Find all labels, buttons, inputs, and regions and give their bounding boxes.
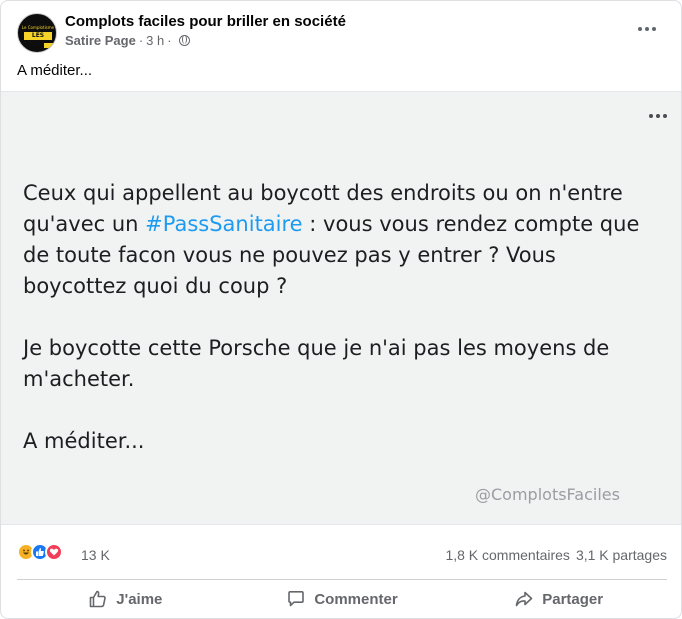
share-button[interactable]: Partager — [450, 581, 667, 617]
separator-dot: · — [167, 33, 172, 48]
more-options-icon[interactable] — [633, 15, 661, 43]
page-name-link[interactable]: Complots faciles pour briller en société — [65, 13, 346, 30]
watermark: @ComplotsFaciles — [475, 485, 620, 504]
reactions-count[interactable]: 13 K — [81, 547, 110, 563]
comment-button[interactable]: Commenter — [234, 581, 451, 617]
feed-post: Le Complotisme LES NULS Complots faciles… — [0, 0, 682, 619]
share-label: Partager — [542, 590, 604, 608]
comment-icon — [288, 591, 305, 607]
page-tag: Satire Page — [65, 33, 136, 48]
separator-dot: · — [138, 33, 144, 48]
avatar-line2: LES NULS — [24, 32, 52, 47]
post-header: Le Complotisme LES NULS Complots faciles… — [17, 11, 667, 59]
love-reaction-icon — [45, 543, 63, 561]
comment-label: Commenter — [314, 590, 398, 608]
shares-count[interactable]: 3,1 K partages — [576, 547, 667, 563]
like-label: J'aime — [116, 590, 163, 608]
share-icon — [515, 591, 533, 607]
like-button[interactable]: J'aime — [17, 581, 234, 617]
globe-icon[interactable] — [178, 35, 190, 46]
post-image[interactable]: Ceux qui appellent au boycott des endroi… — [1, 91, 681, 525]
tweet-paragraph-3: A méditer... — [23, 429, 145, 453]
hashtag-link: #PassSanitaire — [145, 212, 303, 236]
thumbs-up-icon — [89, 590, 107, 608]
post-time[interactable]: 3 h — [146, 33, 164, 48]
post-caption: A méditer... — [17, 62, 93, 79]
tweet-paragraph-2: Je boycotte cette Porsche que je n'ai pa… — [23, 336, 610, 391]
tweet-paragraph-1: Ceux qui appellent au boycott des endroi… — [23, 178, 663, 302]
actions-divider — [17, 579, 667, 580]
tweet-text: Ceux qui appellent au boycott des endroi… — [23, 178, 663, 488]
avatar-line1: Le Complotisme — [21, 25, 55, 30]
tweet-more-icon — [649, 114, 667, 118]
post-stats: 13 K 1,8 K commentaires 3,1 K partages — [17, 543, 667, 567]
post-meta: Satire Page · 3 h · — [65, 33, 190, 48]
page-avatar[interactable]: Le Complotisme LES NULS — [17, 13, 57, 53]
reactions-icons[interactable] — [17, 543, 63, 561]
stats-right: 1,8 K commentaires 3,1 K partages — [445, 547, 667, 563]
post-actions: J'aime Commenter Partager — [17, 581, 667, 617]
avatar-band — [44, 43, 56, 48]
comments-count[interactable]: 1,8 K commentaires — [445, 547, 570, 563]
